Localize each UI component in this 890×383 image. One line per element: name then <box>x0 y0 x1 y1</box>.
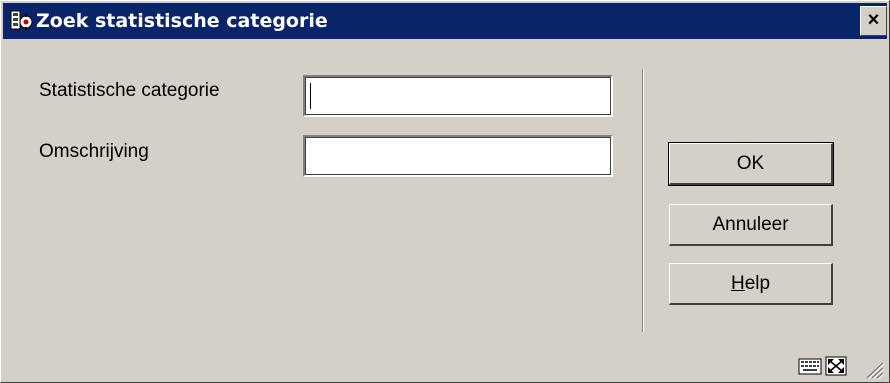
window-title: Zoek statistische categorie <box>36 10 328 32</box>
app-icon <box>10 10 33 30</box>
description-input[interactable] <box>303 135 613 177</box>
ok-button[interactable]: OK <box>668 142 834 186</box>
text-caret <box>310 83 311 109</box>
cancel-button[interactable]: Annuleer <box>669 204 833 246</box>
close-button[interactable]: × <box>860 6 887 36</box>
maximize-icon[interactable] <box>824 355 848 377</box>
category-label: Statistische categorie <box>39 80 220 101</box>
category-input[interactable] <box>303 75 613 117</box>
help-button[interactable]: Help <box>669 263 833 305</box>
help-label-rest: elp <box>744 272 771 294</box>
title-bar[interactable]: Zoek statistische categorie × <box>3 3 887 39</box>
description-label: Omschrijving <box>39 141 149 162</box>
help-mnemonic: H <box>730 272 745 294</box>
dialog-window: Zoek statistische categorie × Statistisc… <box>0 0 890 383</box>
vertical-separator <box>642 69 644 332</box>
resize-grip-icon[interactable] <box>863 359 885 379</box>
keyboard-icon[interactable] <box>798 355 822 377</box>
